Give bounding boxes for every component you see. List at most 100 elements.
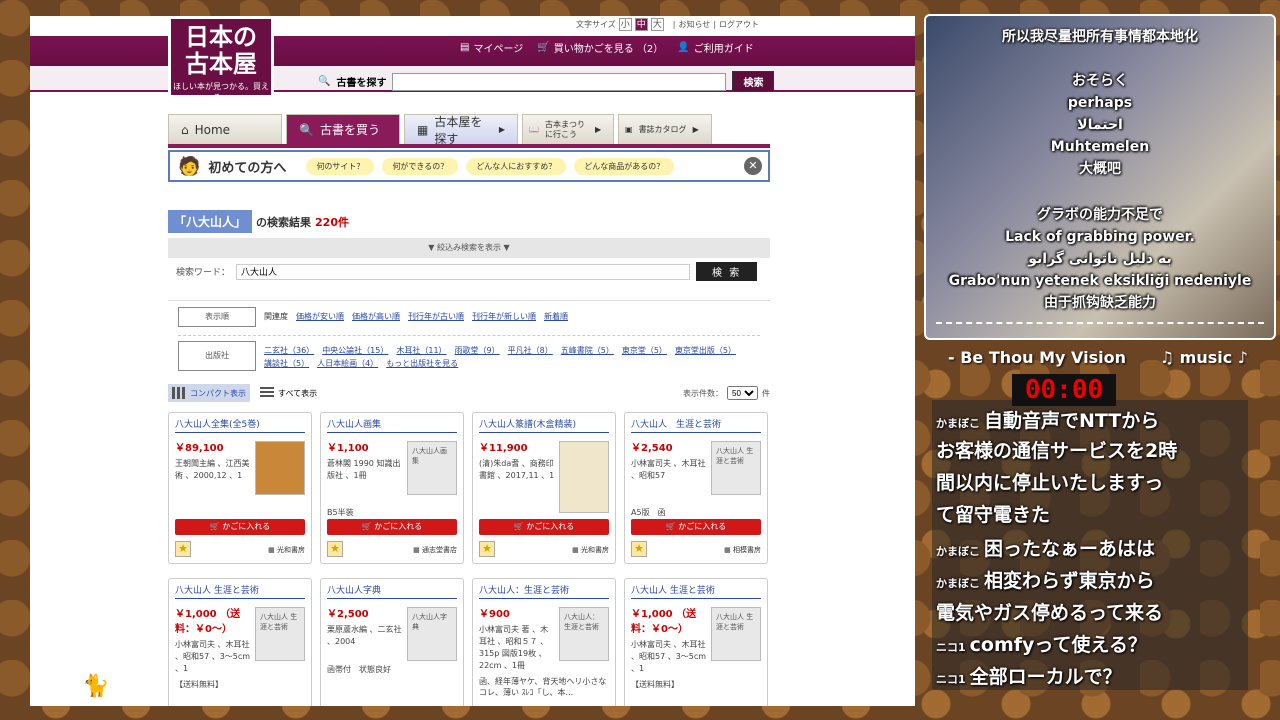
chevron-right-icon: ▶ <box>498 125 505 134</box>
cart-link[interactable]: 🛒 買い物かごを見る （2） <box>537 40 663 55</box>
site-search-input[interactable] <box>392 72 727 91</box>
product-card[interactable]: 八大山人：生涯と芸術 ￥900 小林富司夫 著 、木耳社 、昭和５７ 、315p… <box>472 578 616 706</box>
font-size-small[interactable]: 小 <box>618 18 632 31</box>
publisher-link[interactable]: 平凡社（8） <box>508 345 553 356</box>
card-title[interactable]: 八大山人字典 <box>327 583 457 599</box>
tab-fair[interactable]: 📖 古本まつりに行こう ▶ <box>522 114 614 144</box>
product-card[interactable]: 八大山人 生涯と芸術 ￥2,540 小林富司夫 、木耳社 、昭和57 A5版 函… <box>624 412 768 564</box>
card-title[interactable]: 八大山人全集(全5巻) <box>175 417 305 433</box>
add-to-cart-button[interactable]: 🛒 かごに入れる <box>327 519 457 535</box>
chat-author: ニコ1 <box>936 641 966 654</box>
keyword-search-button[interactable]: 検 索 <box>696 262 758 281</box>
chat-message: お客様の通信サービスを2時 <box>936 436 1177 463</box>
favorite-star-icon[interactable]: ★ <box>327 541 343 557</box>
product-card[interactable]: 八大山人全集(全5巻) ￥89,100 王朝聞主編 、江西美術 、2000,12… <box>168 412 312 564</box>
font-size-medium[interactable]: 中 <box>634 18 648 31</box>
book-thumbnail[interactable]: 八大山人 生涯と芸術 <box>711 607 761 661</box>
publisher-link[interactable]: 人日本絵画（4） <box>317 358 378 369</box>
card-title[interactable]: 八大山人篆譜(木盒精装) <box>479 417 609 433</box>
cart-icon: 🛒 <box>537 42 550 53</box>
favorite-star-icon[interactable]: ★ <box>631 541 647 557</box>
publisher-link[interactable]: 木耳社（11） <box>396 345 446 356</box>
guide-label: ご利用ガイド <box>693 44 754 55</box>
site-logo[interactable]: 日本の 古本屋 ほしい本が見つかる。買える。 <box>168 16 274 102</box>
sort-year-old[interactable]: 刊行年が古い順 <box>408 311 464 322</box>
dashed-divider <box>936 322 1264 324</box>
webcam-panel: 所以我尽量把所有事情都本地化 おそらく perhaps احتمالا Muht… <box>924 14 1276 340</box>
font-size-large[interactable]: 大 <box>650 18 664 31</box>
publisher-link[interactable]: 二玄社（36） <box>264 345 314 356</box>
sort-year-new[interactable]: 刊行年が新しい順 <box>472 311 536 322</box>
favorite-star-icon[interactable]: ★ <box>175 541 191 557</box>
compact-view-button[interactable]: コンパクト表示 <box>168 384 250 402</box>
keyword-label: 検索ワード： <box>176 268 231 278</box>
chat-author: かまぼこ <box>936 577 980 590</box>
shop-name[interactable]: ▦ 通志堂書店 <box>413 545 457 555</box>
shop-name[interactable]: ▦ 光和書房 <box>572 545 609 555</box>
shop-label: 通志堂書店 <box>422 546 457 554</box>
product-card[interactable]: 八大山人篆譜(木盒精装) ￥11,900 (清)朱da耆 、商務印書館 、201… <box>472 412 616 564</box>
sort-price-low[interactable]: 価格が安い順 <box>296 311 344 322</box>
shop-label: 光和書房 <box>581 546 609 554</box>
book-thumbnail[interactable] <box>559 441 609 513</box>
publisher-link[interactable]: 中央公論社（15） <box>322 345 388 356</box>
book-thumbnail[interactable]: 八大山人字典 <box>407 607 457 661</box>
shop-label: 相模書房 <box>733 546 761 554</box>
product-card[interactable]: 八大山人画集 ￥1,100 蒼林閣 1990 知識出版社 、1冊 B5半装 八大… <box>320 412 464 564</box>
full-view-button[interactable]: すべて表示 <box>256 384 321 402</box>
add-to-cart-button[interactable]: 🛒 かごに入れる <box>479 519 609 535</box>
favorite-star-icon[interactable]: ★ <box>479 541 495 557</box>
sort-newest[interactable]: 新着順 <box>544 311 568 322</box>
publisher-link[interactable]: 五峰書院（5） <box>561 345 614 356</box>
publisher-link[interactable]: 東京堂出版（5） <box>675 345 736 356</box>
pill-for-whom[interactable]: どんな人におすすめ？ <box>466 157 567 175</box>
music-tag: ♫ music ♪ <box>1159 348 1248 367</box>
shop-name[interactable]: ▦ 相模書房 <box>724 545 761 555</box>
tab-catalog[interactable]: ▣ 書誌カタログ ▶ <box>618 114 712 144</box>
card-title[interactable]: 八大山人 生涯と芸術 <box>175 583 305 599</box>
publisher-link[interactable]: 講談社（5） <box>264 358 309 369</box>
chat-message: かまぼこ 自動音声でNTTから <box>936 406 1159 433</box>
book-thumbnail[interactable]: 八大山人：生涯と芸術 <box>559 607 609 661</box>
product-card[interactable]: 八大山人 生涯と芸術 ￥1,000 （送料：￥0〜） 小林富司夫 、木耳社 、昭… <box>624 578 768 706</box>
guide-link[interactable]: 👤 ご利用ガイド <box>677 40 753 55</box>
grid-view-icon <box>172 387 186 399</box>
card-title[interactable]: 八大山人 生涯と芸術 <box>631 583 761 599</box>
card-title[interactable]: 八大山人：生涯と芸術 <box>479 583 609 599</box>
card-desc: 小林富司夫 、木耳社 、昭和57 <box>631 459 706 480</box>
book-thumbnail[interactable]: 八大山人 生涯と芸術 <box>255 607 305 661</box>
close-icon[interactable]: ✕ <box>744 157 762 175</box>
filter-toggle[interactable]: ▼ 絞込み検索を表示 ▼ <box>168 238 770 258</box>
chat-text: て留守電きた <box>936 504 1051 526</box>
book-thumbnail[interactable]: 八大山人 生涯と芸術 <box>711 441 761 495</box>
product-card[interactable]: 八大山人字典 ￥2,500 栗原蘆水編 、二玄社 、2004 函帯付 状態良好 … <box>320 578 464 706</box>
product-card[interactable]: 八大山人 生涯と芸術 ￥1,000 （送料：￥0〜） 小林富司夫 、木耳社 、昭… <box>168 578 312 706</box>
book-thumbnail[interactable] <box>255 441 305 495</box>
result-keyword: 「八大山人」 <box>168 210 253 233</box>
tab-find-shop[interactable]: ▦ 古本屋を探す ▶ <box>404 114 518 146</box>
pill-what-site[interactable]: 何のサイト？ <box>306 157 375 175</box>
publisher-link[interactable]: 雨歌堂（9） <box>455 345 500 356</box>
more-publishers-link[interactable]: もっと出版社を見る <box>386 358 458 369</box>
per-page-select[interactable]: 50 <box>727 386 758 400</box>
add-to-cart-button[interactable]: 🛒 かごに入れる <box>175 519 305 535</box>
book-thumbnail[interactable]: 八大山人画集 <box>407 441 457 495</box>
site-search-button[interactable]: 検索 <box>732 71 775 92</box>
tab-home[interactable]: ⌂ Home <box>168 114 282 144</box>
card-price: ￥1,000 （送料：￥0〜） <box>175 609 241 635</box>
shop-name[interactable]: ▦ 光和書房 <box>268 545 305 555</box>
sort-price-high[interactable]: 価格が高い順 <box>352 311 400 322</box>
card-extra: B5半装 <box>327 508 354 517</box>
card-title[interactable]: 八大山人画集 <box>327 417 457 433</box>
logout-link[interactable]: ログアウト <box>719 19 759 30</box>
mypage-link[interactable]: ▤ マイページ <box>460 40 523 55</box>
tab-buy[interactable]: 🔍 古書を買う <box>286 114 400 144</box>
keyword-input[interactable] <box>236 263 691 280</box>
publisher-link[interactable]: 東京堂（5） <box>622 345 667 356</box>
beginner-icon: 🧑 <box>178 155 201 177</box>
pill-what-can[interactable]: 何ができるの？ <box>382 157 459 175</box>
add-to-cart-button[interactable]: 🛒 かごに入れる <box>631 519 761 535</box>
notice-link[interactable]: お知らせ <box>678 19 710 30</box>
pill-products[interactable]: どんな商品があるの？ <box>574 157 675 175</box>
card-title[interactable]: 八大山人 生涯と芸術 <box>631 417 761 433</box>
